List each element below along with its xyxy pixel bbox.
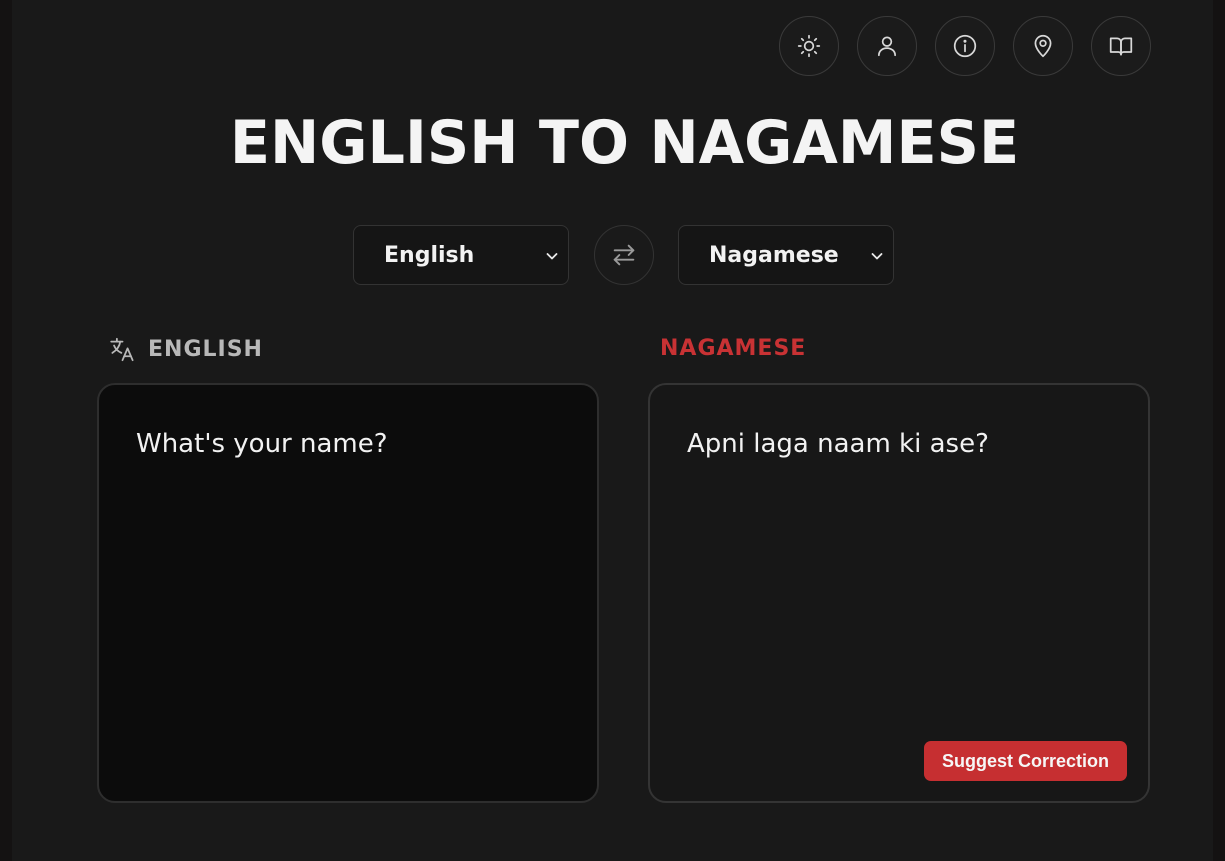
location-pin-icon <box>1034 34 1052 58</box>
app-frame: ENGLISH TO NAGAMESE English Nagamese ENG… <box>0 0 1225 861</box>
info-icon <box>953 34 977 58</box>
theme-toggle-button[interactable] <box>779 16 839 76</box>
chevron-down-icon <box>871 253 883 260</box>
translation-output: Apni laga naam ki ase? Suggest Correctio… <box>648 383 1150 803</box>
book-open-icon <box>1109 37 1133 56</box>
suggest-correction-button[interactable]: Suggest Correction <box>923 741 1127 781</box>
page-title: ENGLISH TO NAGAMESE <box>229 108 1020 178</box>
target-panel-label: NAGAMESE <box>660 336 807 361</box>
swap-languages-button[interactable] <box>594 225 654 285</box>
translated-text: Apni laga naam ki ase? <box>687 429 989 459</box>
target-language-select[interactable]: Nagamese <box>678 225 894 285</box>
source-language-select[interactable]: English <box>353 225 569 285</box>
sun-icon <box>797 34 821 58</box>
dictionary-button[interactable] <box>1091 16 1151 76</box>
source-panel-label: ENGLISH <box>109 336 263 363</box>
translate-icon <box>110 337 134 362</box>
swap-arrows-icon <box>613 244 635 266</box>
profile-button[interactable] <box>857 16 917 76</box>
info-button[interactable] <box>935 16 995 76</box>
source-text[interactable]: What's your name? <box>136 429 388 459</box>
source-panel-label-text: ENGLISH <box>148 337 263 362</box>
target-language-value: Nagamese <box>709 242 839 268</box>
source-language-value: English <box>384 242 475 268</box>
chevron-down-icon <box>546 253 558 260</box>
location-button[interactable] <box>1013 16 1073 76</box>
source-text-area[interactable]: What's your name? <box>97 383 599 803</box>
top-toolbar <box>779 16 1151 76</box>
user-icon <box>878 36 896 57</box>
